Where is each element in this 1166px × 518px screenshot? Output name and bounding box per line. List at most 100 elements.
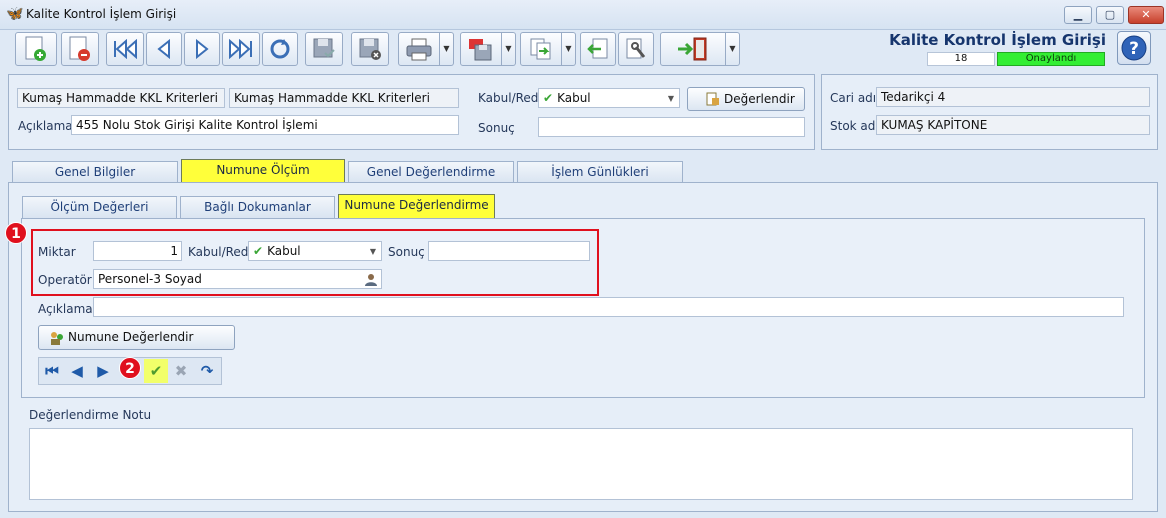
subtab-linked-documents[interactable]: Bağlı Dokumanlar bbox=[180, 196, 335, 218]
nav-cancel-icon[interactable]: ✖ bbox=[170, 358, 192, 384]
previous-icon bbox=[157, 39, 170, 59]
check-icon: ✔ bbox=[253, 244, 264, 258]
pdf-save-icon bbox=[469, 39, 492, 61]
exit-door-icon bbox=[678, 37, 707, 61]
stock-field[interactable]: KUMAŞ KAPİTONE bbox=[876, 115, 1150, 135]
description-field[interactable]: 455 Nolu Stok Girişi Kalite Kontrol İşle… bbox=[71, 115, 459, 135]
nav-refresh-icon[interactable]: ↷ bbox=[195, 358, 219, 384]
chevron-down-icon: ▼ bbox=[369, 247, 376, 256]
copy-dropdown-button[interactable]: ▼ bbox=[562, 32, 576, 66]
minimize-button[interactable]: ▁ bbox=[1064, 6, 1092, 24]
help-icon: ? bbox=[1121, 35, 1147, 61]
check-icon: ✔ bbox=[543, 91, 554, 105]
subtab-sample-evaluation[interactable]: Numune Değerlendirme bbox=[338, 194, 495, 218]
sample-accept-reject-value: Kabul bbox=[267, 244, 301, 258]
status-badge: Onaylandı bbox=[997, 52, 1105, 66]
supplier-field[interactable]: Tedarikçi 4 bbox=[876, 87, 1150, 107]
print-dropdown-button[interactable]: ▼ bbox=[440, 32, 454, 66]
result-field[interactable] bbox=[538, 117, 805, 137]
save-button[interactable] bbox=[305, 32, 343, 66]
save-disk-icon bbox=[313, 38, 335, 58]
stock-label: Stok adı bbox=[830, 119, 879, 133]
nav-next-icon[interactable]: ▶ bbox=[92, 358, 114, 384]
new-record-button[interactable] bbox=[15, 32, 57, 66]
copy-documents-icon bbox=[530, 38, 551, 60]
result-label: Sonuç bbox=[478, 121, 515, 135]
criteria-name-field[interactable]: Kumaş Hammadde KKL Kriterleri bbox=[229, 88, 459, 108]
nav-previous-icon[interactable]: ◀ bbox=[66, 358, 88, 384]
operator-field[interactable]: Personel-3 Soyad bbox=[93, 269, 382, 289]
evaluate-users-icon bbox=[51, 332, 63, 345]
last-icon bbox=[229, 39, 252, 59]
sample-accept-reject-combo[interactable]: ✔ Kabul ▼ bbox=[248, 241, 382, 261]
help-button[interactable]: ? bbox=[1117, 31, 1151, 65]
operator-label: Operatör bbox=[38, 273, 92, 287]
accept-reject-label: Kabul/Red bbox=[478, 91, 539, 105]
chevron-down-icon: ▼ bbox=[505, 44, 512, 53]
refresh-button[interactable] bbox=[262, 32, 298, 66]
evaluation-note-field[interactable] bbox=[29, 428, 1133, 500]
evaluate-button[interactable]: Değerlendir bbox=[687, 87, 805, 111]
maximize-button[interactable]: ▢ bbox=[1096, 6, 1124, 24]
copy-document-button[interactable] bbox=[520, 32, 562, 66]
document-wrench-icon bbox=[626, 38, 646, 59]
tab-process-logs[interactable]: İşlem Günlükleri bbox=[517, 161, 683, 183]
record-number: 18 bbox=[927, 52, 995, 66]
exit-dropdown-button[interactable]: ▼ bbox=[726, 32, 740, 66]
print-button[interactable] bbox=[398, 32, 440, 66]
accept-reject-combo[interactable]: ✔ Kabul ▼ bbox=[538, 88, 680, 108]
export-pdf-button[interactable] bbox=[460, 32, 502, 66]
nav-post-icon[interactable]: ✔ bbox=[144, 359, 168, 383]
exit-button[interactable] bbox=[660, 32, 726, 66]
close-button[interactable]: ✕ bbox=[1128, 6, 1164, 24]
last-record-button[interactable] bbox=[222, 32, 260, 66]
chevron-down-icon: ▼ bbox=[729, 44, 736, 53]
window-title: Kalite Kontrol İşlem Girişi bbox=[26, 7, 177, 21]
tab-sample-measurement[interactable]: Numune Ölçüm bbox=[181, 159, 345, 183]
annotation-marker-1: 1 bbox=[5, 222, 27, 244]
operator-value: Personel-3 Soyad bbox=[98, 272, 202, 286]
next-icon bbox=[196, 39, 209, 59]
import-button[interactable] bbox=[580, 32, 616, 66]
tab-general-info[interactable]: Genel Bilgiler bbox=[12, 161, 178, 183]
supplier-label: Cari adı bbox=[830, 91, 877, 105]
new-document-icon bbox=[25, 36, 46, 61]
svg-text:?: ? bbox=[1129, 39, 1139, 59]
delete-record-button[interactable] bbox=[61, 32, 99, 66]
annotation-marker-2: 2 bbox=[119, 357, 141, 379]
sample-description-field[interactable] bbox=[93, 297, 1124, 317]
quantity-field[interactable]: 1 bbox=[93, 241, 182, 261]
previous-record-button[interactable] bbox=[146, 32, 182, 66]
sample-evaluate-button[interactable]: Numune Değerlendir bbox=[38, 325, 235, 350]
sample-description-label: Açıklama bbox=[38, 302, 93, 316]
printer-icon bbox=[406, 38, 432, 61]
cancel-disk-icon bbox=[359, 38, 381, 60]
nav-first-icon[interactable]: ⏮ bbox=[40, 358, 64, 384]
next-record-button[interactable] bbox=[184, 32, 220, 66]
chevron-down-icon: ▼ bbox=[443, 44, 450, 53]
tab-general-evaluation[interactable]: Genel Değerlendirme bbox=[348, 161, 514, 183]
form-heading: Kalite Kontrol İşlem Girişi bbox=[889, 31, 1106, 49]
quantity-label: Miktar bbox=[38, 245, 76, 259]
import-document-icon bbox=[587, 38, 608, 59]
accept-reject-value: Kabul bbox=[557, 91, 591, 105]
subtab-measurement-values[interactable]: Ölçüm Değerleri bbox=[22, 196, 177, 218]
first-record-button[interactable] bbox=[106, 32, 144, 66]
header-info-panel bbox=[8, 74, 815, 150]
butterfly-app-icon: 🦋 bbox=[6, 6, 24, 22]
document-settings-button[interactable] bbox=[618, 32, 654, 66]
evaluation-note-label: Değerlendirme Notu bbox=[29, 408, 152, 422]
criteria-code-field[interactable]: Kumaş Hammadde KKL Kriterleri bbox=[17, 88, 225, 108]
cancel-save-button[interactable] bbox=[351, 32, 389, 66]
evaluate-document-icon bbox=[706, 92, 719, 106]
sample-result-field[interactable] bbox=[428, 241, 590, 261]
supplier-info-panel bbox=[821, 74, 1158, 150]
sample-result-label: Sonuç bbox=[388, 245, 425, 259]
first-icon bbox=[114, 39, 137, 59]
delete-document-icon bbox=[69, 36, 90, 61]
description-label: Açıklama bbox=[18, 119, 73, 133]
chevron-down-icon: ▼ bbox=[667, 94, 674, 103]
person-lookup-icon[interactable] bbox=[364, 272, 378, 286]
export-dropdown-button[interactable]: ▼ bbox=[502, 32, 516, 66]
refresh-icon bbox=[270, 39, 290, 59]
